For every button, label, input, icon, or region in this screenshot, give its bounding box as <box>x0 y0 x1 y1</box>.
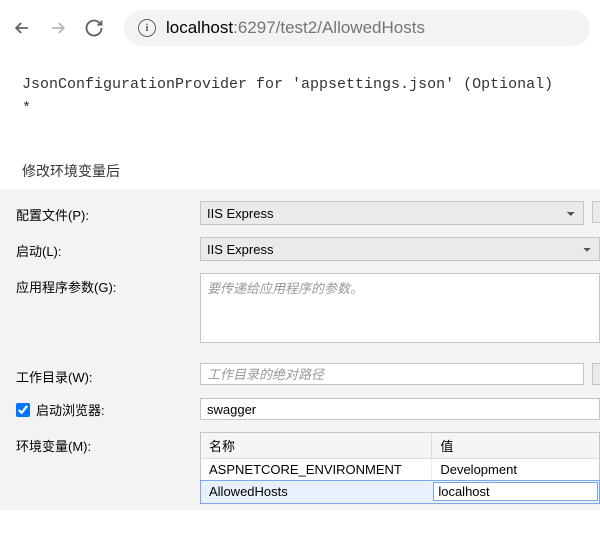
workdir-input[interactable] <box>200 363 584 385</box>
env-col-value[interactable]: 值 <box>432 433 599 459</box>
env-cell-name[interactable]: ASPNETCORE_ENVIRONMENT <box>201 459 432 481</box>
profile-select[interactable]: IIS Express <box>200 201 584 225</box>
reload-button[interactable] <box>82 16 106 40</box>
env-label: 环境变量(M): <box>16 432 200 455</box>
response-line-2: * <box>22 97 578 121</box>
response-line-1: JsonConfigurationProvider for 'appsettin… <box>22 73 578 97</box>
env-col-name[interactable]: 名称 <box>201 433 432 459</box>
address-bar[interactable]: i localhost:6297/test2/AllowedHosts <box>124 10 590 46</box>
page-body: JsonConfigurationProvider for 'appsettin… <box>0 55 600 131</box>
env-cell-value[interactable]: Development <box>432 459 599 481</box>
table-row[interactable]: ASPNETCORE_ENVIRONMENT Development <box>201 459 599 481</box>
back-button[interactable] <box>10 16 34 40</box>
launch-label: 启动(L): <box>16 237 200 260</box>
workdir-label: 工作目录(W): <box>16 363 200 386</box>
args-label: 应用程序参数(G): <box>16 273 200 296</box>
site-info-icon[interactable]: i <box>138 19 156 37</box>
env-cell-name[interactable]: AllowedHosts <box>201 481 432 503</box>
launch-browser-input[interactable] <box>200 398 600 420</box>
env-cell-value-input[interactable] <box>433 482 598 501</box>
profile-label: 配置文件(P): <box>16 201 200 224</box>
env-table: 名称 值 ASPNETCORE_ENVIRONMENT Development … <box>200 432 600 504</box>
url-text: localhost:6297/test2/AllowedHosts <box>166 18 425 38</box>
args-textarea[interactable] <box>200 273 600 343</box>
launch-browser-label: 启动浏览器: <box>36 400 105 419</box>
forward-button[interactable] <box>46 16 70 40</box>
table-row[interactable]: AllowedHosts <box>201 481 599 503</box>
launch-browser-checkbox[interactable] <box>16 403 30 417</box>
workdir-browse-button[interactable] <box>592 363 600 385</box>
section-title: 修改环境变量后 <box>0 131 600 189</box>
profile-side-button[interactable] <box>592 201 600 223</box>
browser-toolbar: i localhost:6297/test2/AllowedHosts <box>0 0 600 55</box>
launch-settings-form: 配置文件(P): IIS Express 启动(L): IIS Express … <box>0 189 600 510</box>
launch-select[interactable]: IIS Express <box>200 237 600 261</box>
